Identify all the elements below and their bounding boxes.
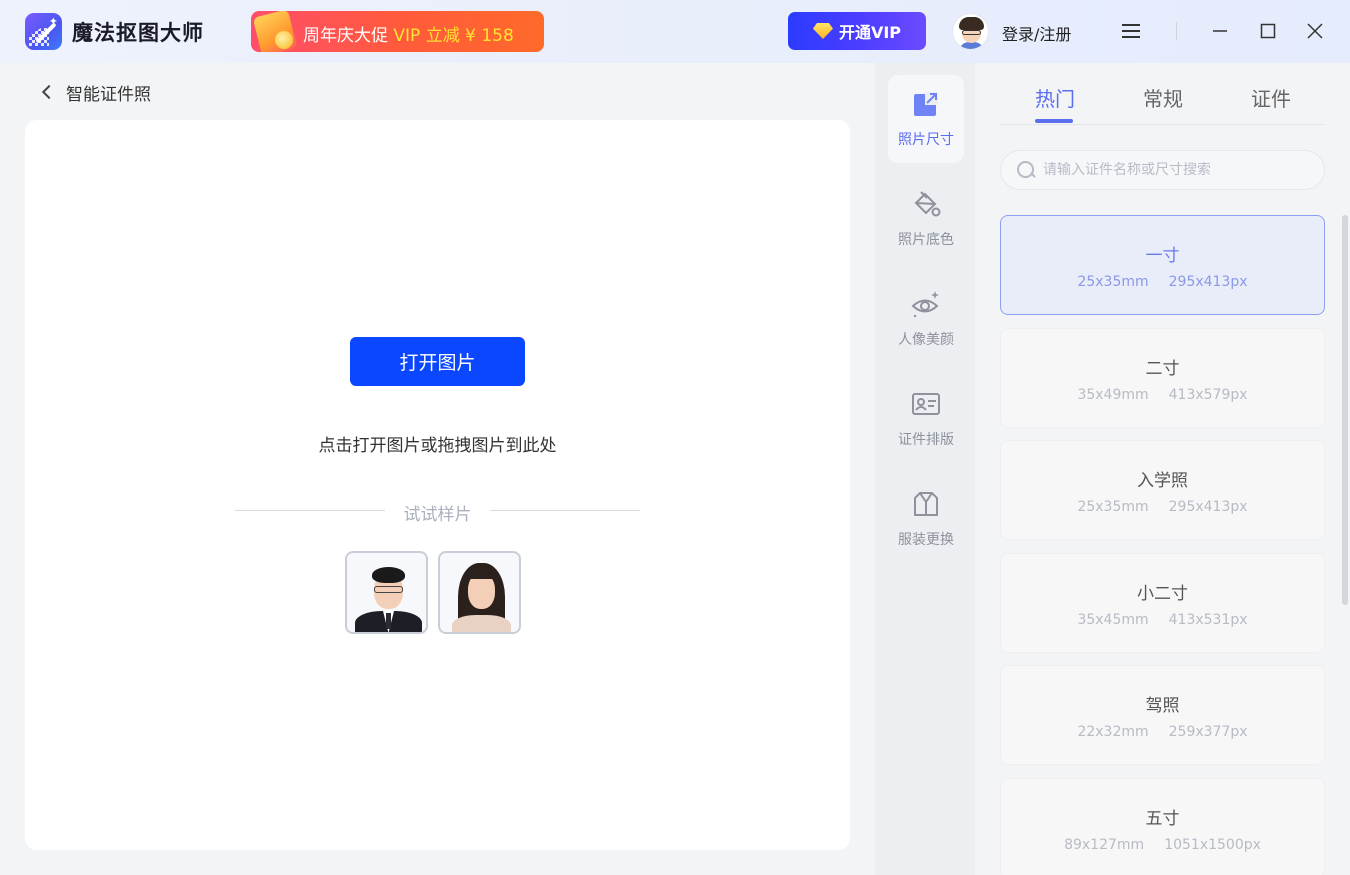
minimize-icon[interactable] [1207, 18, 1233, 44]
tool-layout[interactable]: 证件排版 [888, 375, 964, 463]
coin-icon [275, 31, 293, 49]
size-px: 413x579px [1168, 386, 1248, 403]
size-name: 一寸 [1145, 245, 1180, 266]
search-icon [1017, 161, 1035, 179]
promo-highlight: VIP 立减 ¥ 158 [393, 26, 514, 46]
login-link[interactable]: 登录/注册 [1002, 21, 1071, 45]
size-mm: 89x127mm [1064, 836, 1145, 853]
vip-button-label: 开通VIP [838, 23, 902, 42]
size-option-2[interactable]: 二寸 35x49mm 413x579px [1000, 328, 1325, 428]
scrollbar[interactable] [1342, 215, 1348, 605]
clothing-icon [914, 492, 938, 516]
search-box[interactable] [1000, 150, 1325, 190]
size-name: 小二寸 [1137, 583, 1188, 604]
tool-background-color[interactable]: 照片底色 [888, 175, 964, 263]
promo-banner[interactable]: 周年庆大促 VIP 立减 ¥ 158 [251, 11, 544, 52]
promo-prefix: 周年庆大促 [303, 26, 388, 46]
open-image-button[interactable]: 打开图片 [350, 337, 525, 386]
tool-clothing[interactable]: 服装更换 [888, 475, 964, 563]
size-name: 二寸 [1145, 358, 1180, 379]
size-mm: 35x45mm [1077, 611, 1149, 628]
size-name: 五寸 [1145, 808, 1180, 829]
tab-certificate[interactable]: 证件 [1251, 83, 1291, 112]
tab-popular[interactable]: 热门 [1035, 83, 1075, 112]
photo-size-icon [914, 92, 938, 116]
app-logo-icon: ✦ [25, 13, 62, 50]
tab-regular[interactable]: 常规 [1143, 83, 1183, 112]
divider [490, 510, 640, 511]
tool-label: 证件排版 [898, 432, 954, 448]
size-option-5[interactable]: 驾照 22x32mm 259x377px [1000, 665, 1325, 765]
page-title: 智能证件照 [66, 84, 151, 105]
size-mm: 22x32mm [1077, 723, 1149, 740]
size-option-3[interactable]: 入学照 25x35mm 295x413px [1000, 440, 1325, 540]
sample-photo-man[interactable] [345, 551, 428, 634]
size-px: 295x413px [1168, 273, 1248, 290]
size-px: 259x377px [1168, 723, 1248, 740]
tool-label: 服装更换 [898, 532, 954, 548]
size-option-4[interactable]: 小二寸 35x45mm 413x531px [1000, 553, 1325, 653]
vip-button[interactable]: 开通VIP [788, 12, 926, 50]
upload-area[interactable]: 打开图片 点击打开图片或拖拽图片到此处 试试样片 [25, 120, 850, 850]
back-button[interactable]: 智能证件照 [38, 80, 151, 105]
size-option-1[interactable]: 一寸 25x35mm 295x413px [1000, 215, 1325, 315]
avatar[interactable] [952, 13, 989, 50]
size-px: 413x531px [1168, 611, 1248, 628]
tool-photo-size[interactable]: 照片尺寸 [888, 75, 964, 163]
tool-label: 人像美颜 [898, 332, 954, 348]
close-icon[interactable] [1302, 18, 1328, 44]
size-px: 295x413px [1168, 498, 1248, 515]
tool-label: 照片底色 [898, 232, 954, 248]
tool-beauty[interactable]: 人像美颜 [888, 275, 964, 363]
size-name: 驾照 [1145, 695, 1180, 716]
maximize-icon[interactable] [1255, 18, 1281, 44]
size-px: 1051x1500px [1164, 836, 1261, 853]
id-card-icon [912, 393, 940, 415]
divider [235, 510, 385, 511]
size-mm: 25x35mm [1077, 498, 1149, 515]
toolbar-divider [1176, 22, 1177, 40]
size-mm: 35x49mm [1077, 386, 1149, 403]
eye-sparkle-icon [911, 291, 939, 318]
samples-label: 试试样片 [403, 505, 472, 525]
size-mm: 25x35mm [1077, 273, 1149, 290]
diamond-icon [812, 23, 833, 39]
size-option-6[interactable]: 五寸 89x127mm 1051x1500px [1000, 778, 1325, 875]
upload-hint: 点击打开图片或拖拽图片到此处 [318, 436, 557, 456]
tool-label: 照片尺寸 [898, 132, 954, 148]
tab-indicator [1035, 119, 1073, 123]
chevron-left-icon [41, 84, 57, 100]
sample-photo-woman[interactable] [438, 551, 521, 634]
search-input[interactable] [1043, 162, 1303, 178]
paint-bucket-icon [914, 191, 941, 217]
size-name: 入学照 [1137, 470, 1188, 491]
menu-icon[interactable] [1118, 18, 1144, 44]
app-title: 魔法抠图大师 [72, 21, 204, 45]
